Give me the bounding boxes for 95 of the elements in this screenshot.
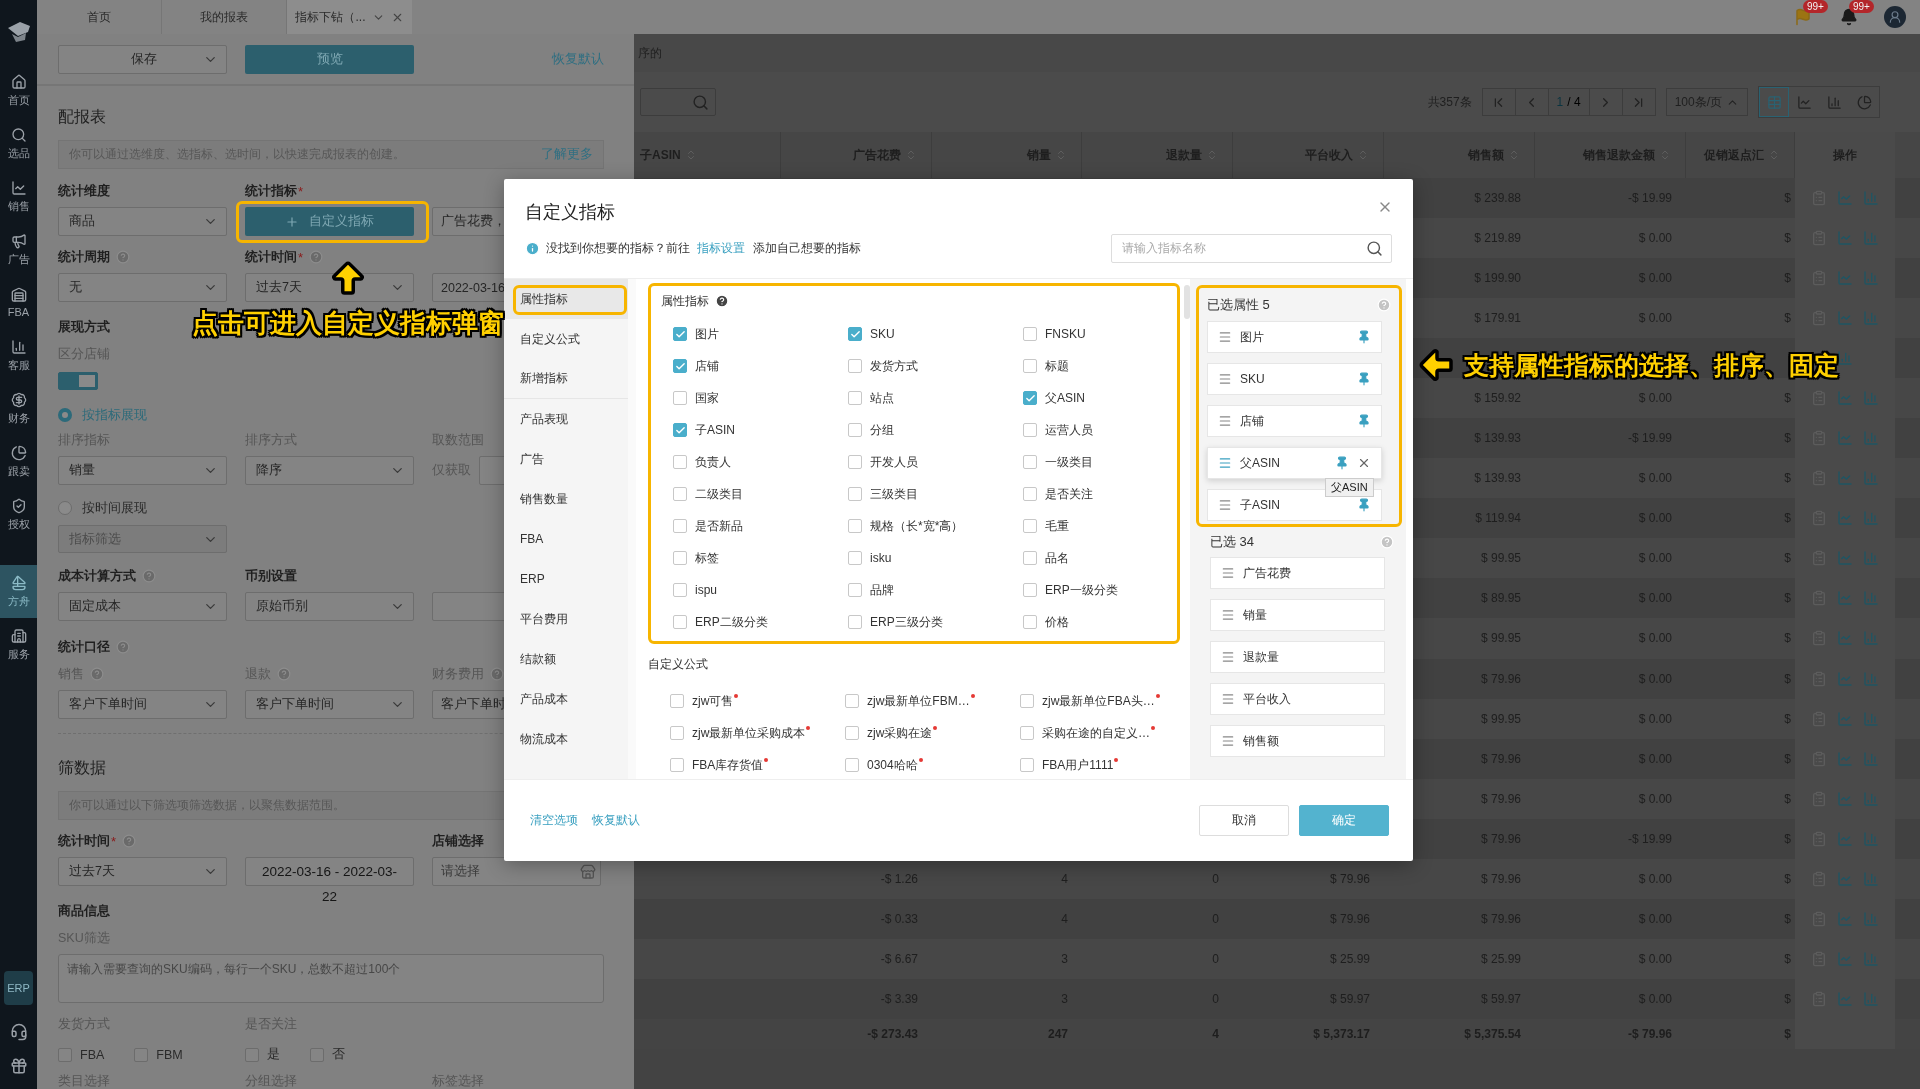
table-cell: $ <box>1784 311 1791 326</box>
checkbox-label: 标题 <box>1045 357 1069 375</box>
annotation-text: 点击可进入自定义指标弹窗 <box>192 307 504 340</box>
checkbox-label: 是 <box>267 1046 280 1063</box>
table-cell: $ <box>1784 791 1791 806</box>
checkbox-label: 标签 <box>695 549 719 567</box>
page-total: / 4 <box>1567 95 1581 109</box>
checkbox-label: ERP二级分类 <box>695 613 768 631</box>
checkbox-label: 分组 <box>870 421 894 439</box>
checkbox-label: 二级类目 <box>695 485 743 503</box>
required-mark: * <box>111 833 117 849</box>
table-cell: $ <box>1784 551 1791 566</box>
checkbox-label: 是否关注 <box>1045 485 1093 503</box>
tooltip: 父ASIN <box>1325 478 1374 497</box>
checkbox-label: 发货方式 <box>870 357 918 375</box>
field-label: 商品信息 <box>58 902 110 920</box>
field-label: 成本计算方式 <box>58 567 136 585</box>
table-cell: $ <box>1784 471 1791 486</box>
table-cell: $ <box>1784 271 1791 286</box>
field-label: 统计指标 <box>245 182 297 200</box>
table-cell: $ <box>1784 431 1791 446</box>
table-cell: $ <box>1784 991 1791 1006</box>
dialog-title: 自定义指标 <box>525 201 615 223</box>
checkbox-label: 站点 <box>870 389 894 407</box>
table-cell: $ <box>1784 511 1791 526</box>
field-label: 统计周期 <box>58 248 110 266</box>
table-cell: $ <box>1784 391 1791 406</box>
table-cell: $ <box>1784 831 1791 846</box>
checkbox-label: 负责人 <box>695 453 731 471</box>
radio-label: 按指标展现 <box>82 406 147 424</box>
checkbox-label: 采购在途的自定义… <box>1042 724 1150 742</box>
radio-label: 按时间展现 <box>82 499 147 517</box>
table-cell: $ <box>1784 711 1791 726</box>
table-cell: $ <box>1784 231 1791 245</box>
table-cell: $ <box>1784 951 1791 966</box>
field-label: 统计时间 <box>245 248 297 266</box>
checkbox-label: zjw最新单位FBA头… <box>1042 692 1155 710</box>
checkbox-label: 是否新品 <box>695 517 743 535</box>
table-cell: $ <box>1784 911 1791 926</box>
checkbox-label: 价格 <box>1045 613 1069 631</box>
checkbox-label: 父ASIN <box>1045 389 1085 407</box>
checkbox-label: FBA用户1111 <box>1042 756 1114 774</box>
section-title: 已选属性 5 <box>1207 296 1270 314</box>
table-cell: $ <box>1784 871 1791 886</box>
checkbox-label: ERP一级分类 <box>1045 581 1118 599</box>
date-range-overflow: 22 <box>321 889 338 904</box>
checkbox-label: FBA库存货值 <box>692 756 764 774</box>
checkbox-label: 运营人员 <box>1045 421 1093 439</box>
checkbox-label: ERP三级分类 <box>870 613 943 631</box>
checkbox-label: 图片 <box>695 325 719 343</box>
checkbox-label: 否 <box>332 1046 345 1063</box>
checkbox-label: 三级类目 <box>870 485 918 503</box>
field-label: 店铺选择 <box>432 832 484 850</box>
checkbox-label: FBA <box>80 1047 105 1062</box>
required-mark: * <box>298 249 304 265</box>
table-cell: $ <box>1784 1026 1791 1041</box>
section-title: 自定义公式 <box>648 656 708 673</box>
checkbox-label: isku <box>870 551 892 565</box>
table-cell: $ <box>1784 631 1791 646</box>
checkbox-label: zjw采购在途 <box>867 724 933 742</box>
required-mark: * <box>298 183 304 199</box>
table-cell: $ <box>1784 191 1791 205</box>
checkbox-label: FBM <box>156 1047 183 1062</box>
checkbox-label: 国家 <box>695 389 719 407</box>
table-cell: $ <box>1784 671 1791 686</box>
count-badge: 99+ <box>1803 0 1828 13</box>
section-title: 筛数据 <box>58 758 107 778</box>
checkbox-label: 毛重 <box>1045 517 1069 535</box>
section-title: 属性指标 <box>661 292 709 310</box>
field-label: 展现方式 <box>58 318 110 336</box>
checkbox-label: 品牌 <box>870 581 894 599</box>
field-label: 币别设置 <box>245 567 297 585</box>
checkbox-label: zjw可售 <box>692 692 734 710</box>
section-title: 配报表 <box>58 107 107 127</box>
checkbox-label: 开发人员 <box>870 453 918 471</box>
checkbox-label: 0304哈哈 <box>867 756 918 774</box>
table-cell: $ <box>1784 751 1791 766</box>
checkbox-label: 规格（长*宽*高） <box>870 517 964 535</box>
checkbox-label: SKU <box>870 327 895 341</box>
count-badge: 99+ <box>1849 0 1874 13</box>
hint-text: 没找到你想要的指标？前往 指标设置 添加自己想要的指标 <box>546 240 861 257</box>
checkbox-label: zjw最新单位FBM… <box>867 692 970 710</box>
checkbox-label: 子ASIN <box>695 421 735 439</box>
field-label: 统计口径 <box>58 638 110 656</box>
field-label: 统计维度 <box>58 182 110 200</box>
table-cell: $ <box>1784 591 1791 606</box>
checkbox-label: 店铺 <box>695 357 719 375</box>
checkbox-label: ispu <box>695 583 717 597</box>
section-title: 已选 34 <box>1210 533 1255 551</box>
checkbox-label: zjw最新单位采购成本 <box>692 724 806 742</box>
annotation-text: 支持属性指标的选择、排序、固定 <box>1464 349 1839 381</box>
checkbox-label: 一级类目 <box>1045 453 1093 471</box>
field-label: 统计时间 <box>58 832 110 850</box>
checkbox-label: FNSKU <box>1045 327 1086 341</box>
checkbox-label: 品名 <box>1045 549 1069 567</box>
